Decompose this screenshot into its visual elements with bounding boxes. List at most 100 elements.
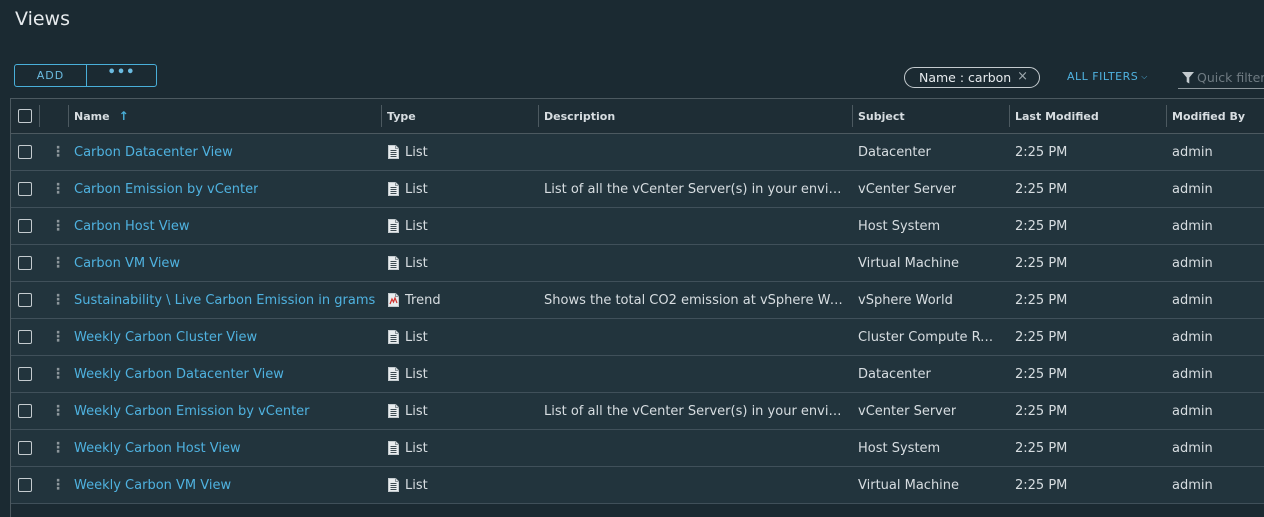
column-header-subject[interactable]: Subject — [858, 99, 905, 133]
select-all-cell — [18, 99, 32, 133]
table-row[interactable]: ⋮ Carbon Host View List Host System 2:25 PM a… — [11, 208, 1264, 245]
modified-by-cell: admin — [1172, 134, 1213, 170]
table-row[interactable]: ⋮ Weekly Carbon Cluster View List Cluster C… — [11, 319, 1264, 356]
row-select-cell — [18, 282, 32, 318]
page-title: Views — [15, 8, 70, 30]
more-actions-button[interactable]: ••• — [87, 65, 156, 86]
row-actions-cell: ⋮ — [51, 171, 65, 207]
row-checkbox[interactable] — [18, 219, 32, 233]
view-name-link[interactable]: Sustainability \ Live Carbon Emission in… — [74, 293, 375, 308]
row-select-cell — [18, 430, 32, 466]
row-checkbox[interactable] — [18, 441, 32, 455]
last-modified-text: 2:25 PM — [1015, 366, 1068, 382]
type-label: List — [405, 255, 428, 271]
kebab-menu-icon[interactable]: ⋮ — [51, 441, 65, 455]
row-checkbox[interactable] — [18, 182, 32, 196]
kebab-menu-icon[interactable]: ⋮ — [51, 182, 65, 196]
row-actions-cell: ⋮ — [51, 393, 65, 429]
kebab-menu-icon[interactable]: ⋮ — [51, 404, 65, 418]
toolbar-button-group: ADD ••• — [14, 64, 157, 87]
table-row[interactable]: ⋮ Weekly Carbon Host View List Host System 2… — [11, 430, 1264, 467]
row-checkbox[interactable] — [18, 256, 32, 270]
table-row[interactable]: ⋮ Carbon Datacenter View List Datacenter 2:2… — [11, 134, 1264, 171]
name-cell: Weekly Carbon Host View — [74, 430, 241, 466]
view-name-link[interactable]: Weekly Carbon VM View — [74, 478, 231, 493]
view-name-link[interactable]: Carbon VM View — [74, 256, 180, 271]
table-row[interactable]: ⋮ Sustainability \ Live Carbon Emission i… — [11, 282, 1264, 319]
description-cell: List of all the vCenter Server(s) in you… — [544, 171, 844, 207]
column-header-modified-by[interactable]: Modified By — [1172, 99, 1245, 133]
view-name-link[interactable]: Weekly Carbon Emission by vCenter — [74, 404, 310, 419]
view-name-link[interactable]: Weekly Carbon Datacenter View — [74, 367, 284, 382]
type-label: Trend — [405, 292, 441, 308]
table-row[interactable]: ⋮ Carbon Emission by vCenter List List of a… — [11, 171, 1264, 208]
column-divider[interactable] — [39, 105, 40, 127]
table-row[interactable]: ⋮ Weekly Carbon Emission by vCenter List Li… — [11, 393, 1264, 430]
kebab-menu-icon[interactable]: ⋮ — [51, 367, 65, 381]
column-divider[interactable] — [538, 105, 539, 127]
column-header-type[interactable]: Type — [387, 99, 416, 133]
type-cell: List — [388, 467, 428, 503]
subject-cell: vSphere World — [858, 282, 953, 318]
kebab-menu-icon[interactable]: ⋮ — [51, 219, 65, 233]
table-row[interactable]: ⋮ Carbon VM View List Virtual Machine 2:25 P… — [11, 245, 1264, 282]
column-divider[interactable] — [68, 105, 69, 127]
type-label: List — [405, 366, 428, 382]
view-name-link[interactable]: Carbon Host View — [74, 219, 190, 234]
subject-cell: Datacenter — [858, 356, 931, 392]
row-checkbox[interactable] — [18, 404, 32, 418]
quick-filter-input[interactable]: Quick filter — [1178, 67, 1264, 89]
active-filter-pill[interactable]: Name : carbon × — [904, 67, 1040, 88]
column-header-last-modified[interactable]: Last Modified — [1015, 99, 1099, 133]
last-modified-text: 2:25 PM — [1015, 440, 1068, 456]
subject-text: Datacenter — [858, 366, 931, 382]
description-text: List of all the vCenter Server(s) in you… — [544, 403, 844, 419]
modified-by-cell: admin — [1172, 208, 1213, 244]
subject-cell: vCenter Server — [858, 171, 956, 207]
all-filters-button[interactable]: ALL FILTERS ⌵ — [1067, 70, 1148, 83]
column-header-description[interactable]: Description — [544, 99, 615, 133]
row-checkbox[interactable] — [18, 367, 32, 381]
kebab-menu-icon[interactable]: ⋮ — [51, 330, 65, 344]
table-row[interactable]: ⋮ Weekly Carbon Datacenter View List Datace… — [11, 356, 1264, 393]
type-cell: List — [388, 393, 428, 429]
subject-cell: Virtual Machine — [858, 467, 959, 503]
column-header-name[interactable]: Name ↑ — [74, 99, 129, 133]
select-all-checkbox[interactable] — [18, 109, 32, 123]
list-document-icon — [388, 256, 399, 270]
sort-ascending-icon: ↑ — [118, 109, 129, 123]
name-cell: Weekly Carbon Cluster View — [74, 319, 257, 355]
modified-by-cell: admin — [1172, 393, 1213, 429]
kebab-menu-icon[interactable]: ⋮ — [51, 256, 65, 270]
name-cell: Weekly Carbon Emission by vCenter — [74, 393, 310, 429]
row-actions-cell: ⋮ — [51, 467, 65, 503]
name-cell: Carbon Emission by vCenter — [74, 171, 258, 207]
subject-cell: Virtual Machine — [858, 245, 959, 281]
row-checkbox[interactable] — [18, 330, 32, 344]
column-divider[interactable] — [1166, 105, 1167, 127]
table-row[interactable]: ⋮ Weekly Carbon VM View List Virtual Machin… — [11, 467, 1264, 504]
add-button[interactable]: ADD — [15, 65, 87, 86]
row-actions-cell: ⋮ — [51, 208, 65, 244]
type-cell: List — [388, 134, 428, 170]
row-select-cell — [18, 319, 32, 355]
kebab-menu-icon[interactable]: ⋮ — [51, 478, 65, 492]
close-icon[interactable]: × — [1017, 69, 1028, 84]
subject-cell: Datacenter — [858, 134, 931, 170]
column-divider[interactable] — [852, 105, 853, 127]
column-header-label: Last Modified — [1015, 109, 1099, 123]
row-checkbox[interactable] — [18, 293, 32, 307]
row-checkbox[interactable] — [18, 145, 32, 159]
view-name-link[interactable]: Weekly Carbon Host View — [74, 441, 241, 456]
kebab-menu-icon[interactable]: ⋮ — [51, 145, 65, 159]
column-divider[interactable] — [381, 105, 382, 127]
view-name-link[interactable]: Weekly Carbon Cluster View — [74, 330, 257, 345]
row-actions-cell: ⋮ — [51, 319, 65, 355]
row-checkbox[interactable] — [18, 478, 32, 492]
kebab-menu-icon[interactable]: ⋮ — [51, 293, 65, 307]
view-name-link[interactable]: Carbon Emission by vCenter — [74, 182, 258, 197]
view-name-link[interactable]: Carbon Datacenter View — [74, 145, 233, 160]
column-divider[interactable] — [1009, 105, 1010, 127]
all-filters-label: ALL FILTERS — [1067, 70, 1139, 83]
row-select-cell — [18, 356, 32, 392]
